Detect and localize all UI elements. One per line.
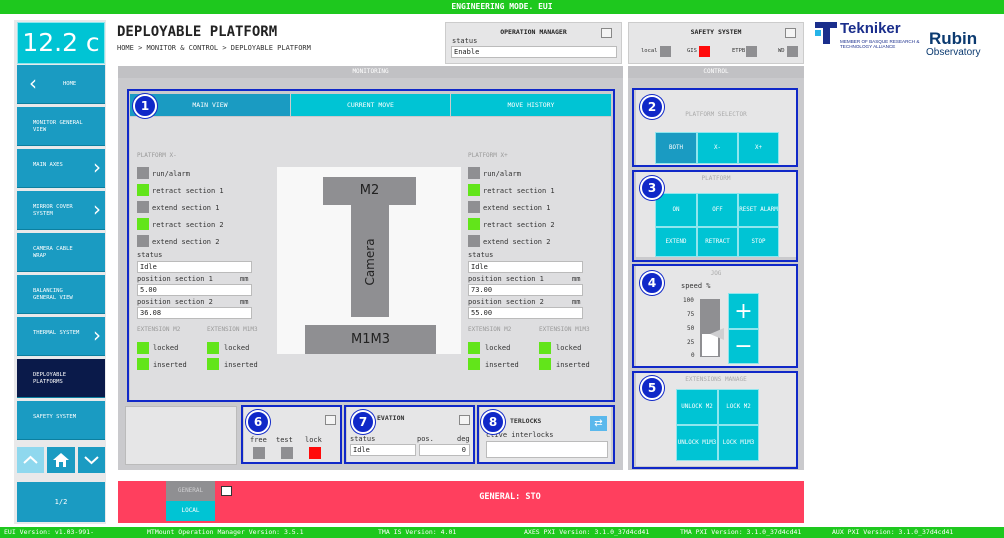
nav-label: MIRROR COVER SYSTEM	[33, 204, 73, 217]
nav-label: THERMAL SYSTEM	[33, 330, 80, 336]
scroll-up-button[interactable]	[17, 447, 44, 473]
rubin-name: Rubin	[929, 29, 978, 48]
axes-pxi-version: AXES PXI Version: 3.1.0_37d4cd41	[524, 528, 650, 536]
home-button[interactable]	[47, 447, 75, 473]
badge-6: 6	[246, 410, 270, 434]
general-mode-button[interactable]: GENERAL	[166, 481, 215, 501]
monitoring-title: MONITORING	[118, 66, 623, 78]
safety-system-panel: SAFETY SYSTEM local GIS ETPB WD	[628, 22, 804, 64]
highlight-1	[127, 89, 615, 402]
eui-version: EUI Version: v1.03-991-	[4, 528, 95, 536]
home-icon	[53, 453, 69, 467]
nav-label: BALANCING GENERAL VIEW	[33, 288, 73, 301]
local-mode-button[interactable]: LOCAL	[166, 501, 215, 521]
nav-monitor-general-view[interactable]: MONITOR GENERAL VIEW	[17, 107, 105, 146]
safety-gis-label: GIS	[687, 48, 697, 54]
nav-safety-system[interactable]: SAFETY SYSTEM	[17, 401, 105, 440]
nav-mirror-cover[interactable]: MIRROR COVER SYSTEM ›	[17, 191, 105, 230]
nav-balancing[interactable]: BALANCING GENERAL VIEW	[17, 275, 105, 314]
safety-gis-indicator	[699, 46, 710, 57]
tekniker-subtitle: MEMBER OF BASQUE RESEARCH & TECHNOLOGY A…	[840, 39, 920, 49]
aux-pxi-version: AUX PXI Version: 3.1.0_37d4cd41	[832, 528, 954, 536]
page-title: DEPLOYABLE PLATFORM	[117, 24, 278, 40]
safety-local-indicator	[660, 46, 671, 57]
page-indicator[interactable]: 1/2	[17, 482, 105, 522]
badge-5: 5	[640, 376, 664, 400]
safety-title: SAFETY SYSTEM	[690, 28, 742, 36]
nav-label: CAMERA CABLE WRAP	[33, 246, 73, 259]
temperature-display: 12.2 c	[17, 22, 105, 64]
chevron-right-icon: ›	[93, 323, 101, 347]
safety-etpb-label: ETPB	[732, 48, 746, 54]
scroll-down-button[interactable]	[78, 447, 105, 473]
empty-subpanel	[125, 406, 237, 465]
version-bar: EUI Version: v1.03-991- MTMount Operatio…	[0, 527, 1004, 538]
nav-home-label: HOME	[63, 81, 77, 87]
request-control-icon[interactable]	[785, 28, 796, 38]
logos: Tekniker MEMBER OF BASQUE RESEARCH & TEC…	[815, 20, 995, 64]
top-bar: ENGINEERING MODE. EUI	[0, 0, 1004, 14]
general-status-text: GENERAL: STO	[479, 492, 541, 502]
rubin-observatory: Observatory	[926, 47, 981, 58]
request-control-icon[interactable]	[221, 486, 232, 496]
tekniker-name: Tekniker	[840, 20, 901, 37]
control-title: CONTROL	[628, 66, 804, 78]
mtmount-version: MTMount Operation Manager Version: 3.5.1	[147, 528, 304, 536]
safety-etpb-indicator	[746, 46, 757, 57]
chevron-right-icon: ›	[93, 155, 101, 179]
badge-3: 3	[640, 176, 664, 200]
chevron-right-icon: ›	[93, 197, 101, 221]
header: DEPLOYABLE PLATFORM HOME > MONITOR & CON…	[106, 20, 440, 64]
safety-local-label: local	[641, 48, 658, 54]
operation-manager-panel: OPERATION MANAGER status Enable	[445, 22, 622, 64]
opman-title: OPERATION MANAGER	[500, 28, 567, 36]
badge-4: 4	[640, 271, 664, 295]
request-control-icon[interactable]	[601, 28, 612, 38]
nav-main-axes[interactable]: MAIN AXES ›	[17, 149, 105, 188]
opman-status-field: Enable	[451, 46, 617, 58]
nav-label: SAFETY SYSTEM	[33, 414, 77, 420]
tma-is-version: TMA IS Version: 4.01	[378, 528, 457, 536]
tekniker-logo-icon	[815, 22, 837, 44]
nav-camera-cable-wrap[interactable]: CAMERA CABLE WRAP	[17, 233, 105, 272]
chevron-up-icon	[23, 455, 38, 464]
badge-2: 2	[640, 95, 664, 119]
nav-thermal[interactable]: THERMAL SYSTEM ›	[17, 317, 105, 356]
nav-label: DEPLOYABLE PLATFORMS	[33, 372, 67, 385]
badge-8: 8	[481, 410, 505, 434]
mode-title: ENGINEERING MODE. EUI	[451, 2, 553, 11]
nav-label: MONITOR GENERAL VIEW	[33, 120, 83, 133]
safety-wd-indicator	[787, 46, 798, 57]
opman-status-label: status	[452, 37, 478, 45]
safety-wd-label: WD	[778, 48, 785, 54]
chevron-left-icon: ‹	[29, 71, 37, 95]
nav-label: MAIN AXES	[33, 162, 63, 168]
nav-deployable-platforms[interactable]: DEPLOYABLE PLATFORMS	[17, 359, 105, 398]
breadcrumb: HOME > MONITOR & CONTROL > DEPLOYABLE PL…	[117, 44, 311, 52]
tma-pxi-version: TMA PXI Version: 3.1.0_37d4cd41	[680, 528, 802, 536]
badge-7: 7	[351, 410, 375, 434]
nav-home[interactable]: ‹ HOME	[17, 65, 105, 104]
badge-1: 1	[133, 94, 157, 118]
chevron-down-icon	[84, 456, 99, 465]
